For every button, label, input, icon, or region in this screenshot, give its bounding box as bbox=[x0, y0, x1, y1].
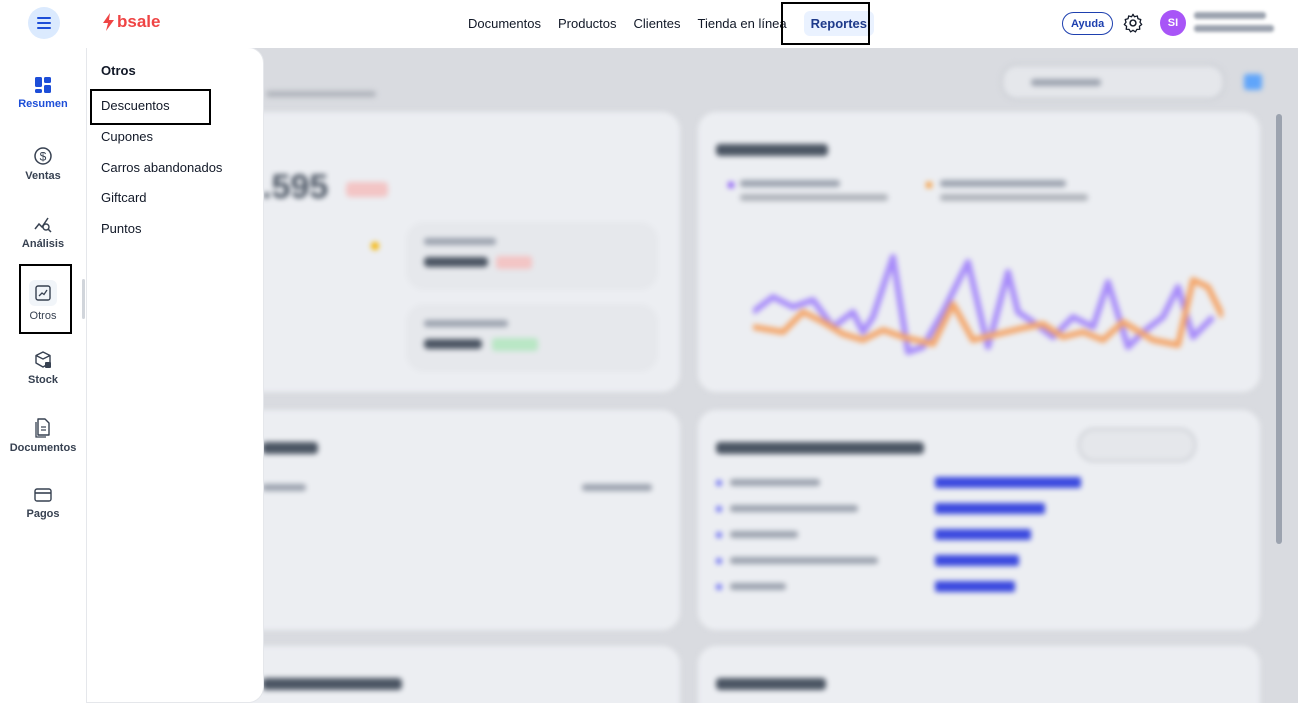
product-dot bbox=[716, 480, 722, 486]
card-title bbox=[262, 442, 318, 454]
dropdown-title: Otros bbox=[101, 63, 136, 78]
line-chart bbox=[753, 254, 1223, 355]
card-title bbox=[262, 678, 402, 690]
sidebar-item-resumen[interactable]: Resumen bbox=[0, 76, 86, 110]
product-bar bbox=[935, 503, 1045, 514]
help-button[interactable]: Ayuda bbox=[1062, 12, 1114, 35]
dashboard-background: .595 bbox=[86, 48, 1298, 703]
mini-value bbox=[424, 339, 482, 349]
legend-sublabel bbox=[740, 194, 888, 201]
legend-label bbox=[940, 180, 1066, 187]
avatar[interactable]: SI bbox=[1160, 10, 1186, 36]
product-name bbox=[730, 583, 786, 590]
card-icon bbox=[34, 488, 52, 502]
row-value bbox=[582, 484, 652, 491]
top-header: bsale Documentos Productos Clientes Tien… bbox=[0, 0, 1298, 48]
brand-name: bsale bbox=[117, 12, 161, 31]
nav-clientes[interactable]: Clientes bbox=[634, 16, 681, 31]
bolt-icon bbox=[103, 13, 114, 31]
brand-logo[interactable]: bsale bbox=[102, 12, 160, 32]
mini-card bbox=[406, 304, 658, 372]
card-title bbox=[716, 678, 826, 690]
mini-card bbox=[406, 222, 658, 290]
svg-text:$: $ bbox=[40, 150, 47, 164]
mini-value bbox=[424, 257, 488, 267]
mini-badge bbox=[496, 256, 532, 269]
analytics-icon bbox=[34, 217, 52, 233]
sidebar-item-documentos[interactable]: Documentos bbox=[0, 418, 86, 454]
nav-productos[interactable]: Productos bbox=[558, 16, 617, 31]
nav-tienda-en-linea[interactable]: Tienda en línea bbox=[698, 16, 787, 31]
sidebar-item-ventas[interactable]: $ Ventas bbox=[0, 146, 86, 182]
highlight-box-descuentos bbox=[90, 89, 211, 125]
left-sidebar: Resumen $ Ventas Análisis Otros Stock Do… bbox=[0, 48, 86, 703]
sidebar-item-stock[interactable]: Stock bbox=[0, 350, 86, 386]
mini-label bbox=[424, 320, 508, 327]
metric-select bbox=[1078, 428, 1196, 462]
legend-sublabel bbox=[940, 194, 1088, 201]
legend-label bbox=[740, 180, 840, 187]
sidebar-item-analisis[interactable]: Análisis bbox=[0, 214, 86, 250]
product-bar bbox=[935, 555, 1019, 566]
product-name bbox=[730, 557, 878, 564]
filter-icon bbox=[1244, 74, 1262, 90]
overview-card bbox=[698, 112, 1260, 392]
highlight-box-reportes bbox=[781, 2, 870, 45]
sidebar-item-label: Stock bbox=[28, 374, 58, 386]
product-name bbox=[730, 505, 858, 512]
hamburger-menu-button[interactable] bbox=[28, 7, 60, 39]
product-bar bbox=[935, 529, 1031, 540]
page-scrollbar[interactable] bbox=[1276, 114, 1282, 544]
product-dot bbox=[716, 584, 722, 590]
big-value: .595 bbox=[262, 168, 329, 206]
product-name bbox=[730, 479, 820, 486]
product-name bbox=[730, 531, 798, 538]
web-orders-card bbox=[698, 646, 1260, 703]
date-range-text bbox=[1031, 79, 1101, 86]
subtitle-line bbox=[266, 91, 376, 97]
blurred-content: .595 bbox=[86, 48, 1298, 703]
product-dot bbox=[716, 558, 722, 564]
sidebar-item-label: Análisis bbox=[21, 238, 65, 250]
sidebar-item-label: Ventas bbox=[25, 170, 61, 182]
document-icon bbox=[35, 418, 50, 438]
menu-item-carros-abandonados[interactable]: Carros abandonados bbox=[101, 160, 222, 175]
card-title bbox=[716, 442, 924, 454]
card-title bbox=[716, 144, 828, 156]
product-dot bbox=[716, 532, 722, 538]
top-products-card bbox=[698, 410, 1260, 630]
product-bar bbox=[935, 477, 1081, 488]
change-badge bbox=[346, 182, 388, 197]
dashboard-icon bbox=[35, 77, 51, 93]
otros-dropdown-panel: Otros Descuentos Cupones Carros abandona… bbox=[86, 47, 264, 703]
sidebar-item-label: Documentos bbox=[9, 442, 77, 454]
box-icon bbox=[35, 351, 51, 368]
sidebar-item-pagos[interactable]: Pagos bbox=[0, 486, 86, 520]
menu-icon bbox=[37, 17, 51, 29]
gear-icon[interactable] bbox=[1122, 12, 1144, 34]
user-info[interactable] bbox=[1194, 12, 1284, 38]
mini-badge bbox=[492, 338, 538, 351]
dollar-icon: $ bbox=[34, 147, 52, 165]
menu-item-cupones[interactable]: Cupones bbox=[101, 129, 153, 144]
legend-marker bbox=[926, 182, 932, 188]
product-bar bbox=[935, 581, 1015, 592]
mini-label bbox=[424, 238, 496, 245]
highlight-box-otros bbox=[19, 264, 72, 334]
row-label bbox=[262, 484, 306, 491]
menu-item-giftcard[interactable]: Giftcard bbox=[101, 190, 147, 205]
star-icon bbox=[371, 242, 379, 250]
legend-marker bbox=[728, 182, 734, 188]
sidebar-item-label: Pagos bbox=[26, 508, 60, 520]
sidebar-item-label: Resumen bbox=[18, 98, 68, 110]
product-dot bbox=[716, 506, 722, 512]
nav-documentos[interactable]: Documentos bbox=[468, 16, 541, 31]
sidebar-scrollbar[interactable] bbox=[82, 279, 85, 319]
menu-item-puntos[interactable]: Puntos bbox=[101, 221, 141, 236]
